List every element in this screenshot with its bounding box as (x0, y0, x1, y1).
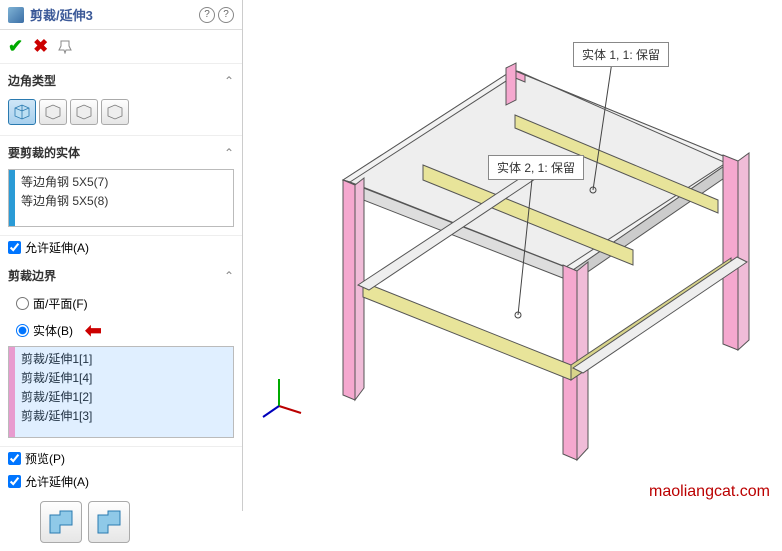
corner-type-2-button[interactable] (39, 99, 67, 125)
panel-header: 剪裁/延伸3 ? ? (0, 0, 242, 30)
section-corner-type: 边角类型 ⌃ (0, 64, 242, 136)
bodies-to-trim-title: 要剪裁的实体 (8, 144, 224, 161)
callout-2[interactable]: 实体 2, 1: 保留 (488, 155, 584, 180)
chevron-down-icon: ⌃ (224, 146, 234, 160)
annotation-arrow-icon: ⬅ (85, 318, 102, 343)
list-item[interactable]: 剪裁/延伸1[4] (11, 368, 231, 387)
selection-stripe (9, 347, 15, 437)
list-item[interactable]: 剪裁/延伸1[1] (11, 349, 231, 368)
list-item[interactable]: 等边角钢 5X5(8) (11, 191, 231, 210)
body-label[interactable]: 实体(B) (33, 322, 73, 339)
chevron-down-icon: ⌃ (224, 269, 234, 283)
section-trim-boundary: 剪裁边界 ⌃ 面/平面(F) 实体(B) ⬅ 剪裁/延伸1[1] 剪裁/延伸1[… (0, 259, 242, 447)
section-header-trim-boundary[interactable]: 剪裁边界 ⌃ (0, 263, 242, 288)
preview-checkbox[interactable] (8, 452, 21, 465)
body-radio-row: 实体(B) ⬅ (8, 315, 234, 346)
trim-mode-2-button[interactable] (88, 501, 130, 543)
bodies-to-trim-listbox[interactable]: 等边角钢 5X5(7) 等边角钢 5X5(8) (8, 169, 234, 227)
allow-extend-label[interactable]: 允许延伸(A) (25, 239, 89, 256)
ok-button[interactable]: ✔ (8, 36, 23, 57)
trim-boundary-listbox[interactable]: 剪裁/延伸1[1] 剪裁/延伸1[4] 剪裁/延伸1[2] 剪裁/延伸1[3] (8, 346, 234, 438)
large-buttons (0, 493, 242, 551)
callout-2-text: 实体 2, 1: 保留 (497, 161, 575, 175)
chevron-down-icon: ⌃ (224, 74, 234, 88)
face-plane-radio[interactable] (16, 297, 29, 310)
allow-extend-2-checkbox[interactable] (8, 475, 21, 488)
callout-1[interactable]: 实体 1, 1: 保留 (573, 42, 669, 67)
pin-icon[interactable] (58, 40, 72, 54)
section-header-corner-type[interactable]: 边角类型 ⌃ (0, 68, 242, 93)
section-header-bodies-to-trim[interactable]: 要剪裁的实体 ⌃ (0, 140, 242, 165)
model-render (263, 10, 773, 470)
watermark: maoliangcat.com (649, 483, 770, 501)
body-radio[interactable] (16, 324, 29, 337)
selection-stripe (9, 170, 15, 226)
help-icon[interactable]: ? (199, 7, 215, 23)
context-help-icon[interactable]: ? (218, 7, 234, 23)
allow-extend-2-row: 允许延伸(A) (0, 470, 242, 493)
property-panel: 剪裁/延伸3 ? ? ✔ ✖ 边角类型 ⌃ (0, 0, 243, 511)
triad-icon (259, 371, 309, 421)
corner-type-4-button[interactable] (101, 99, 129, 125)
cancel-button[interactable]: ✖ (33, 36, 48, 57)
trim-boundary-title: 剪裁边界 (8, 267, 224, 284)
help-icons: ? ? (199, 7, 234, 23)
list-item[interactable]: 等边角钢 5X5(7) (11, 172, 231, 191)
corner-type-title: 边角类型 (8, 72, 224, 89)
panel-title: 剪裁/延伸3 (30, 5, 199, 24)
section-bodies-to-trim: 要剪裁的实体 ⌃ 等边角钢 5X5(7) 等边角钢 5X5(8) (0, 136, 242, 236)
list-item[interactable]: 剪裁/延伸1[2] (11, 387, 231, 406)
preview-label[interactable]: 预览(P) (25, 450, 65, 467)
list-item[interactable]: 剪裁/延伸1[3] (11, 406, 231, 425)
3d-viewport[interactable]: 实体 1, 1: 保留 实体 2, 1: 保留 maoliangcat.com (243, 0, 782, 511)
face-plane-radio-row: 面/平面(F) (8, 292, 234, 315)
confirm-row: ✔ ✖ (0, 30, 242, 64)
allow-extend-checkbox[interactable] (8, 241, 21, 254)
callout-1-text: 实体 1, 1: 保留 (582, 48, 660, 62)
trim-mode-1-button[interactable] (40, 501, 82, 543)
trim-extend-icon (8, 7, 24, 23)
face-plane-label[interactable]: 面/平面(F) (33, 295, 88, 312)
corner-type-3-button[interactable] (70, 99, 98, 125)
preview-row: 预览(P) (0, 447, 242, 470)
corner-type-buttons (8, 97, 234, 127)
corner-type-1-button[interactable] (8, 99, 36, 125)
allow-extend-2-label[interactable]: 允许延伸(A) (25, 473, 89, 490)
allow-extend-row: 允许延伸(A) (0, 236, 242, 259)
